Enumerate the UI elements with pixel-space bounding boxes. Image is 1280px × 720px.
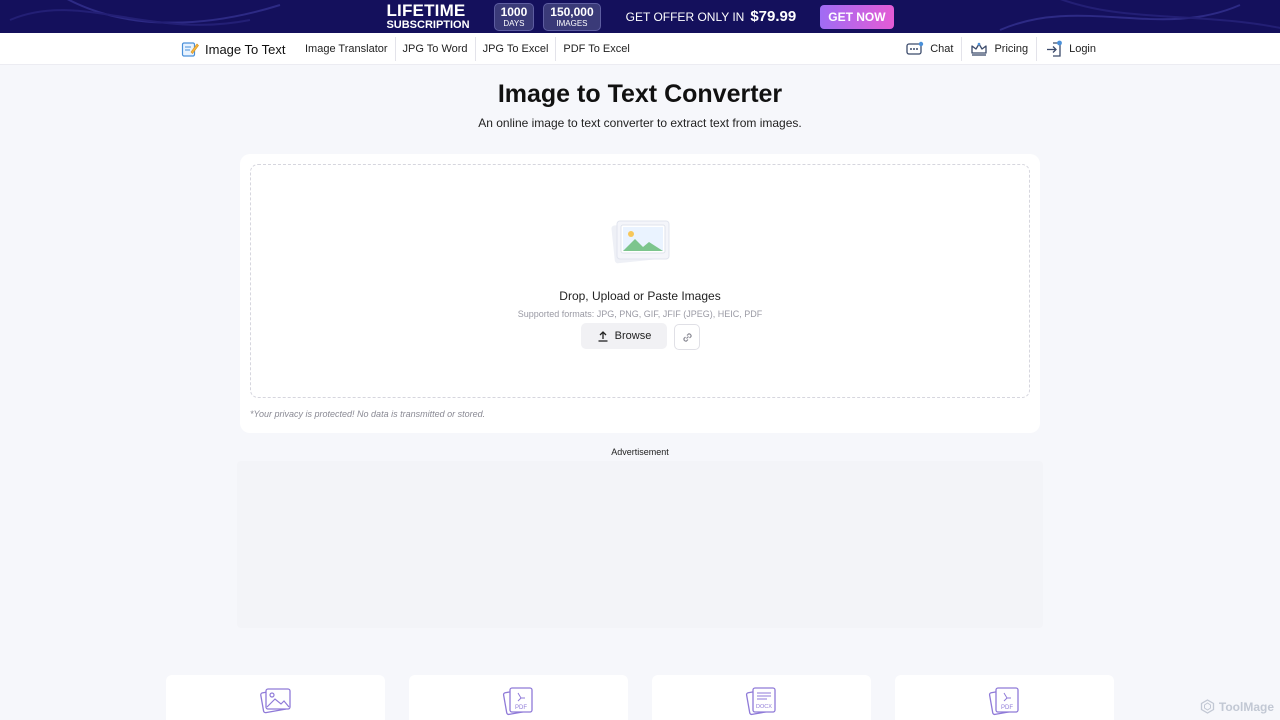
pdf-badge-text: PDF [515,705,527,711]
browse-button[interactable]: Browse [581,323,667,349]
nav-link-jpg-to-word[interactable]: JPG To Word [394,37,475,61]
promo-badge-images-number: 150,000 [550,4,594,19]
promo-title-line1: LIFETIME [386,1,466,20]
drop-zone[interactable]: Drop, Upload or Paste Images Supported f… [250,164,1030,398]
link-icon [682,332,692,342]
nav-link-image-translator[interactable]: Image Translator [298,37,395,61]
privacy-note: *Your privacy is protected! No data is t… [250,409,486,419]
nav-link-jpg-to-excel[interactable]: JPG To Excel [474,37,556,61]
toolmage-logo-icon [1200,699,1215,714]
drop-zone-title: Drop, Upload or Paste Images [559,289,721,303]
pdf-stack-icon: PDF [502,687,533,716]
nav-actions: Chat Pricing Login [898,33,1104,65]
brand-name: Image To Text [205,41,286,57]
pricing-button[interactable]: Pricing [961,37,1036,61]
advertisement-label: Advertisement [611,447,669,457]
login-label: Login [1069,43,1096,55]
image-stack-icon [259,688,291,714]
browse-label: Browse [614,330,652,342]
upload-icon [598,331,608,342]
top-navigation: Image To Text Image Translator JPG To Wo… [0,33,1280,65]
login-arrow-icon [1047,40,1062,57]
pdf-stack-icon: PDF [988,687,1019,716]
tool-cards: PDF DOCX PDF [166,675,1116,720]
promo-badge-images: 150,000 IMAGES [543,2,601,31]
nav-links: Image Translator JPG To Word JPG To Exce… [298,33,637,65]
get-now-button[interactable]: GET NOW [820,4,894,29]
tool-card-pdf-2[interactable]: PDF [895,675,1114,720]
promo-badge-images-label: IMAGES [556,18,588,28]
page-subtitle: An online image to text converter to ext… [478,116,802,130]
paste-url-button[interactable] [674,324,700,350]
tool-card-image[interactable] [166,675,385,720]
login-button[interactable]: Login [1036,37,1104,61]
docx-badge-text: DOCX [756,704,772,710]
promo-title-line2: SUBSCRIPTION [386,19,470,31]
image-placeholder-icon [611,220,670,264]
chat-label: Chat [930,43,954,55]
watermark-text: ToolMage [1218,699,1274,714]
page-title: Image to Text Converter [497,80,783,108]
nav-link-pdf-to-excel[interactable]: PDF To Excel [555,37,636,61]
promo-offer-text: GET OFFER ONLY IN [625,9,745,24]
tool-card-pdf[interactable]: PDF [409,675,628,720]
toolmage-watermark: ToolMage [1200,699,1274,714]
pricing-label: Pricing [994,43,1029,55]
chat-button[interactable]: Chat [898,37,961,61]
pdf-badge-text-2: PDF [1001,705,1013,711]
promo-badge-days-number: 1000 [500,4,528,19]
tool-card-docx[interactable]: DOCX [652,675,871,720]
crown-icon [971,42,988,56]
promo-banner: LIFETIME SUBSCRIPTION 1000 DAYS 150,000 … [0,0,1280,33]
promo-title: LIFETIME SUBSCRIPTION [386,2,469,31]
promo-badge-days: 1000 DAYS [493,2,535,31]
brand-link[interactable]: Image To Text [181,40,285,58]
promo-badge-days-label: DAYS [503,18,525,28]
docx-stack-icon: DOCX [745,687,776,716]
upload-card: Drop, Upload or Paste Images Supported f… [240,154,1040,433]
chat-bubble-icon [906,41,924,55]
supported-formats: Supported formats: JPG, PNG, GIF, JFIF (… [517,309,763,319]
promo-price: $79.99 [750,8,797,25]
advertisement-slot [237,461,1043,628]
notepad-pencil-icon [181,42,199,57]
